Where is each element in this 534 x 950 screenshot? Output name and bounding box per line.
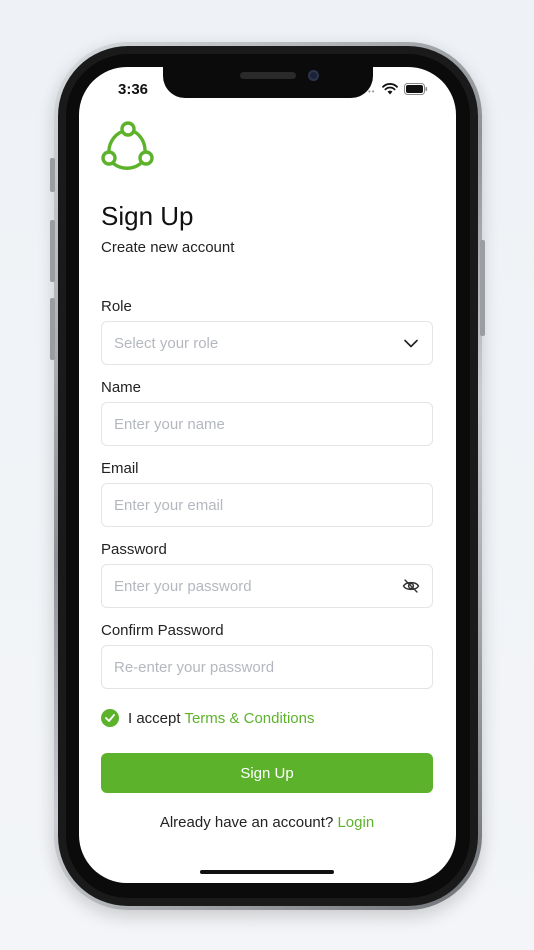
password-field[interactable] <box>114 577 402 595</box>
email-field-box <box>101 483 433 527</box>
email-field[interactable] <box>114 496 420 514</box>
chevron-down-icon[interactable] <box>402 334 420 352</box>
terms-checkbox[interactable] <box>101 709 119 727</box>
status-icons: •• <box>368 82 428 100</box>
login-link[interactable]: Login <box>337 814 374 831</box>
confirm-password-field[interactable] <box>114 658 420 676</box>
terms-prefix: I accept <box>128 709 181 727</box>
page-title: Sign Up <box>101 201 194 231</box>
sign-up-button[interactable]: Sign Up <box>101 753 433 793</box>
mute-switch <box>50 158 55 192</box>
role-select[interactable]: Select your role <box>101 321 433 365</box>
login-prompt: Already have an account? <box>159 814 334 831</box>
role-select-placeholder: Select your role <box>114 334 219 352</box>
volume-up-button <box>50 220 55 282</box>
confirm-password-field-box <box>101 645 433 689</box>
email-label: Email <box>101 460 139 477</box>
confirm-password-label: Confirm Password <box>101 622 224 639</box>
name-field-box <box>101 402 433 446</box>
battery-icon <box>403 82 428 100</box>
eye-off-icon[interactable] <box>402 577 420 595</box>
volume-down-button <box>50 298 55 360</box>
name-label: Name <box>101 379 142 396</box>
role-label: Role <box>101 298 132 315</box>
speaker <box>240 72 296 79</box>
password-label: Password <box>101 541 167 558</box>
name-field[interactable] <box>114 415 420 433</box>
home-indicator <box>200 870 334 874</box>
login-prompt-row: Already have an account? Login <box>0 814 534 831</box>
logo-icon <box>100 120 156 179</box>
signal-dots: •• <box>368 86 376 96</box>
power-button <box>480 240 485 336</box>
terms-row: I accept Terms & Conditions <box>101 709 315 727</box>
front-camera <box>308 70 319 81</box>
wifi-icon <box>381 82 398 100</box>
check-icon <box>105 714 115 722</box>
password-field-box <box>101 564 433 608</box>
terms-link[interactable]: Terms & Conditions <box>184 710 314 727</box>
page-subtitle: Create new account <box>101 239 235 256</box>
status-time: 3:36 <box>118 81 149 98</box>
